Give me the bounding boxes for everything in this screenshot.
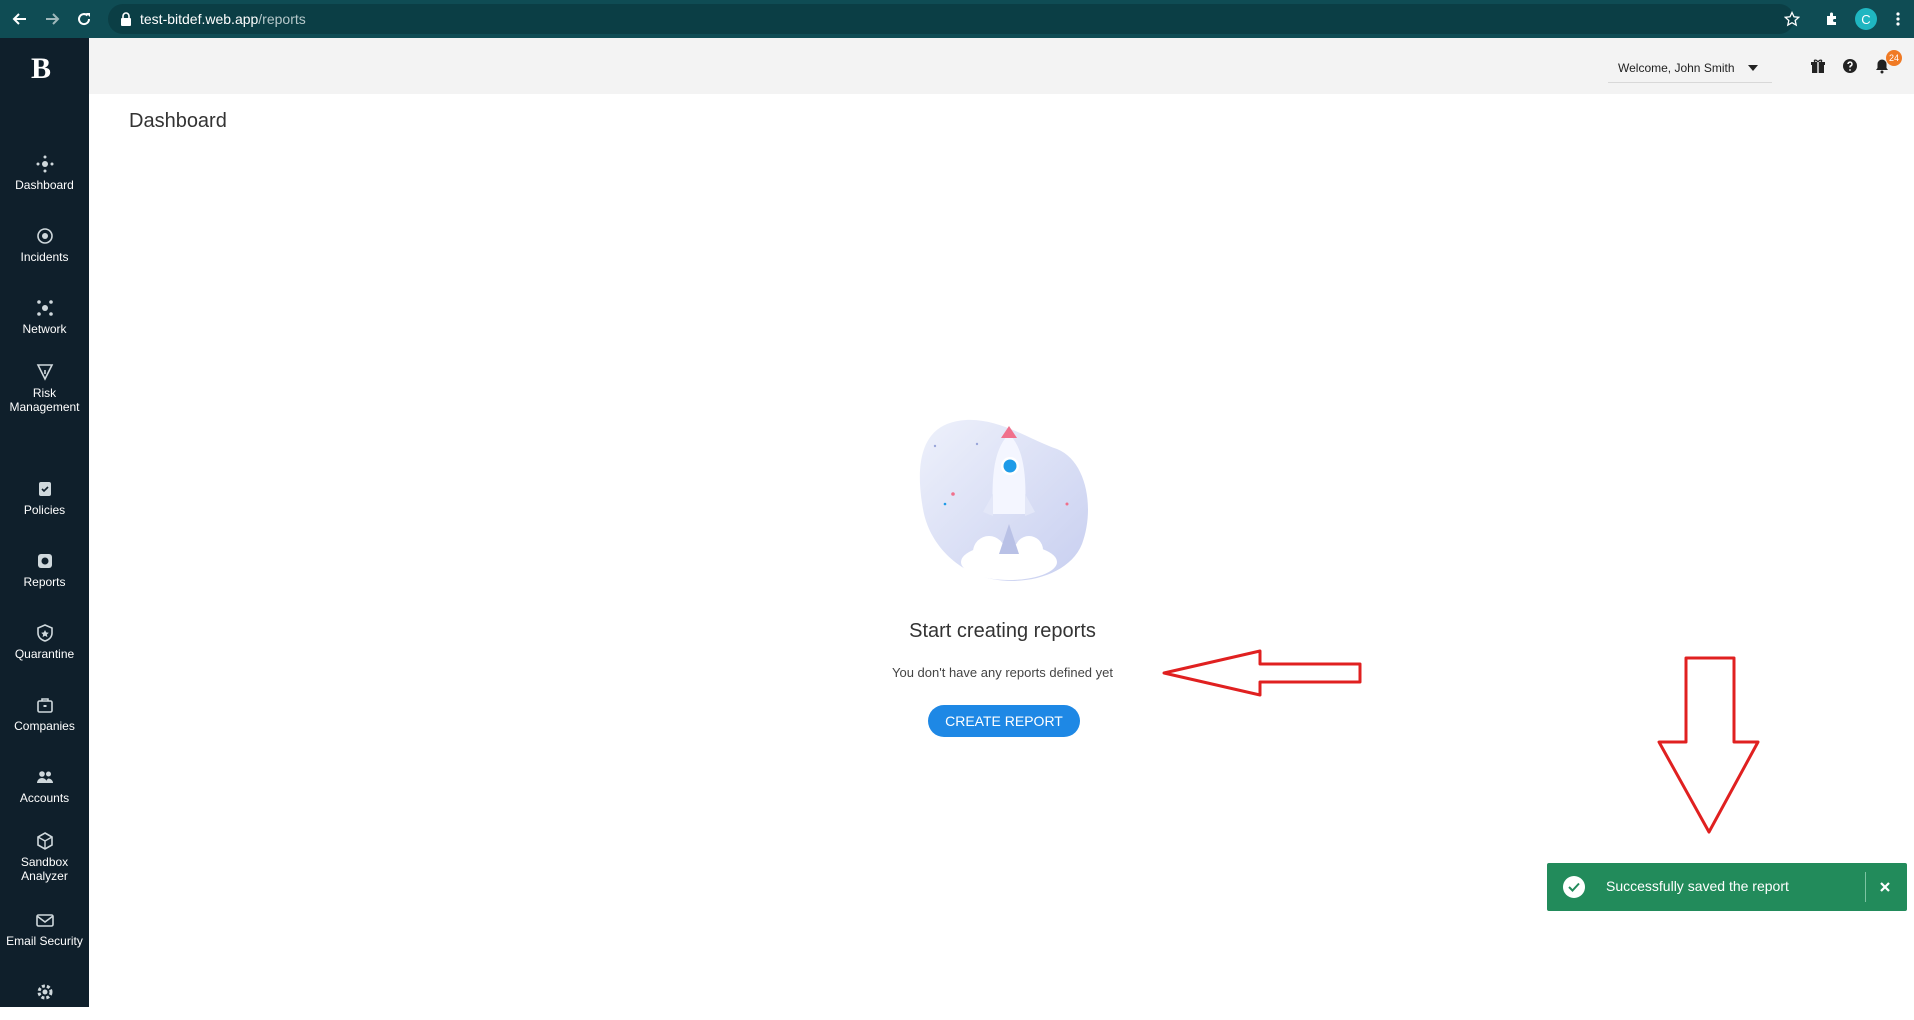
sidebar-item-policies[interactable]: Policies [0, 479, 89, 517]
sidebar: B Dashboard Incidents Network Risk Manag… [0, 38, 101, 1020]
success-toast: Successfully saved the report [1547, 863, 1907, 911]
close-icon[interactable] [1873, 875, 1897, 899]
sidebar-item-accounts[interactable]: Accounts [0, 767, 89, 805]
annotation-arrow-left [1162, 649, 1362, 697]
sidebar-item-quarantine[interactable]: Quarantine [0, 623, 89, 661]
browser-toolbar: test-bitdef.web.app/reports C [0, 0, 1914, 38]
sidebar-item-label: Network [22, 322, 67, 336]
rocket-illustration [919, 419, 1089, 581]
back-icon[interactable] [10, 9, 30, 29]
create-report-button[interactable]: CREATE REPORT [928, 705, 1080, 737]
sidebar-item-label: Accounts [19, 791, 70, 805]
profile-avatar[interactable]: C [1855, 8, 1877, 30]
sidebar-item-label: Reports [23, 575, 66, 589]
toast-message: Successfully saved the report [1606, 878, 1789, 894]
extensions-icon[interactable] [1822, 9, 1842, 29]
more-icon[interactable] [1888, 9, 1908, 29]
help-icon[interactable] [1841, 57, 1859, 75]
address-bar[interactable] [108, 4, 1794, 34]
quarantine-icon [36, 624, 53, 642]
sidebar-item-label: Incidents [20, 250, 69, 264]
accounts-icon [36, 771, 53, 783]
sidebar-item-label: Dashboard [15, 178, 74, 192]
incidents-icon [36, 228, 53, 244]
sidebar-item-companies[interactable]: Companies [0, 695, 89, 733]
welcome-text: Welcome, John Smith [1618, 61, 1735, 75]
sidebar-item-label: Policies [23, 503, 66, 517]
brand-logo[interactable]: B [31, 52, 51, 86]
sidebar-item-label: Quarantine [14, 647, 75, 661]
empty-state-title: Start creating reports [909, 620, 1096, 642]
url-path: /reports [258, 11, 306, 27]
configuration-icon [37, 984, 52, 1000]
sidebar-item-dashboard[interactable]: Dashboard [0, 154, 89, 192]
url-host: test-bitdef.web.app [140, 11, 259, 27]
profile-initial: C [1861, 11, 1871, 27]
annotation-arrow-down [1657, 656, 1760, 834]
risk-icon [36, 364, 53, 381]
sidebar-item-label: Companies [14, 719, 75, 733]
url-text[interactable]: test-bitdef.web.app/reports [140, 11, 306, 27]
forward-icon[interactable] [42, 9, 62, 29]
empty-state-subtitle: You don't have any reports defined yet [892, 665, 1113, 680]
sidebar-item-sandbox-analyzer[interactable]: Sandbox Analyzer [0, 831, 89, 883]
email-icon [35, 914, 54, 927]
reload-icon[interactable] [74, 9, 94, 29]
sidebar-item-label: Configuration [8, 1006, 81, 1020]
gift-icon[interactable] [1809, 57, 1827, 75]
sidebar-item-incidents[interactable]: Incidents [0, 226, 89, 264]
policies-icon [38, 482, 51, 496]
dashboard-icon [36, 155, 53, 173]
sandbox-icon [36, 832, 53, 850]
notification-badge: 24 [1886, 50, 1902, 66]
sidebar-item-label: Email Security [6, 934, 83, 948]
companies-icon [36, 698, 53, 713]
caret-down-icon [1748, 65, 1758, 71]
sidebar-item-reports[interactable]: Reports [0, 551, 89, 589]
check-circle-icon [1563, 876, 1585, 898]
user-menu-dropdown[interactable]: Welcome, John Smith [1608, 52, 1772, 83]
sidebar-item-email-security[interactable]: Email Security [0, 910, 89, 948]
toast-divider [1865, 872, 1866, 902]
sidebar-item-label: Sandbox Analyzer [20, 855, 69, 883]
sidebar-item-label: Risk Management [9, 386, 80, 414]
lock-icon[interactable] [116, 9, 136, 29]
network-icon [36, 300, 53, 316]
star-icon[interactable] [1782, 9, 1802, 29]
reports-icon [37, 554, 52, 568]
page-title: Dashboard [129, 110, 227, 132]
sidebar-item-risk-management[interactable]: Risk Management [0, 362, 89, 414]
sidebar-item-configuration[interactable]: Configuration [0, 982, 89, 1020]
sidebar-item-network[interactable]: Network [0, 298, 89, 336]
